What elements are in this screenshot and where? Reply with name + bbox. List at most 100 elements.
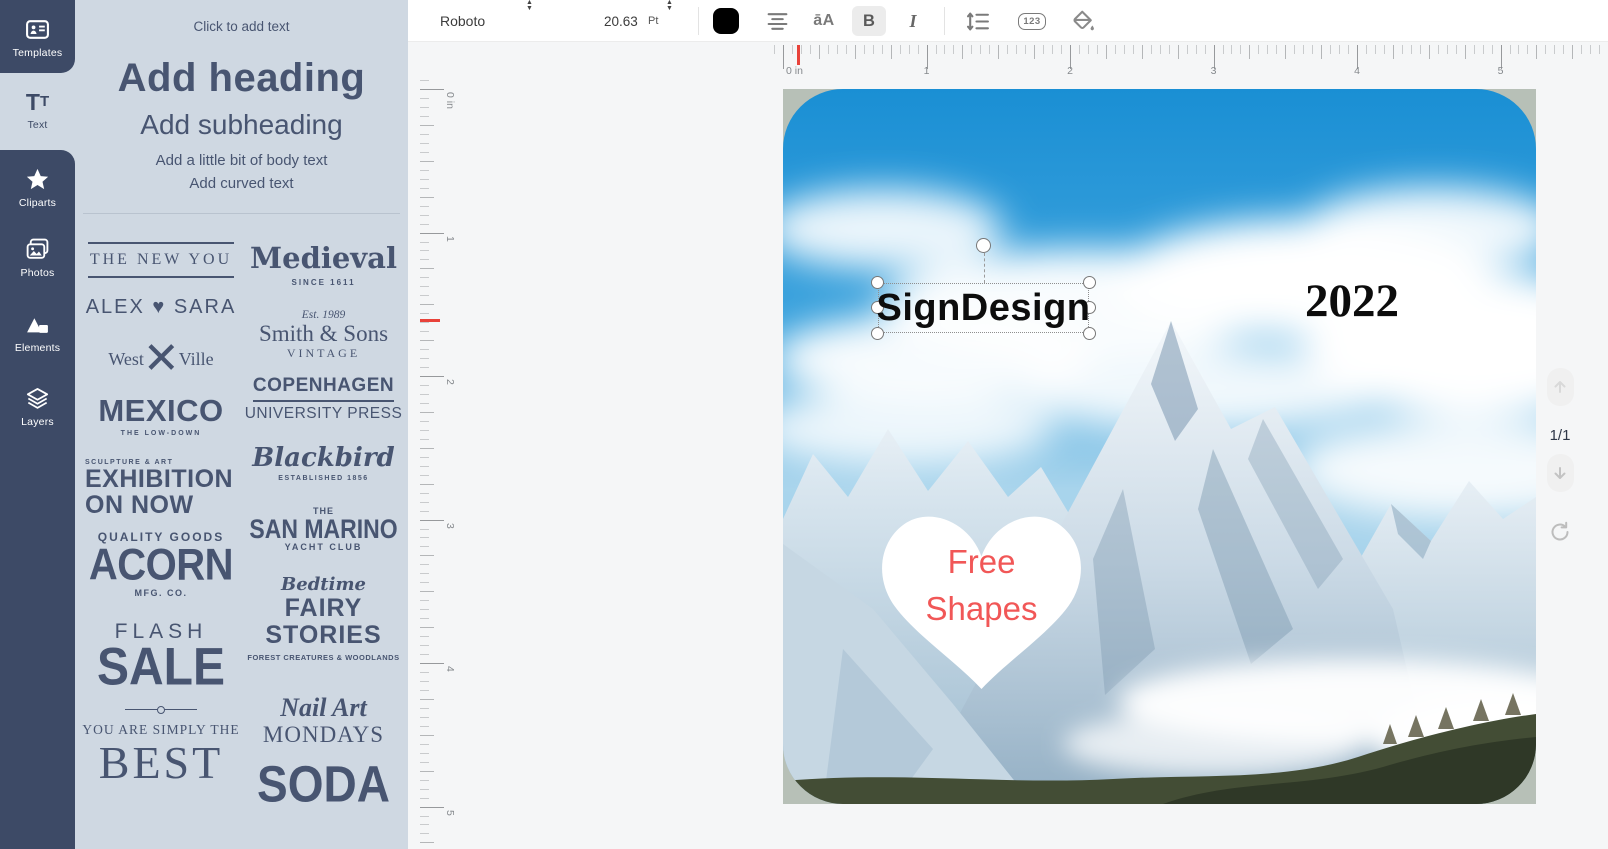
ruler-number: 5 (1498, 65, 1504, 77)
page-down-button[interactable] (1547, 454, 1574, 492)
font-size-input[interactable]: 20.63 (604, 0, 638, 42)
text-template-fairy-stories[interactable]: BedtimeFAIRYSTORIESFOREST CREATURES & WO… (247, 574, 400, 662)
text-template-exhibition[interactable]: SCULPTURE & ARTEXHIBITIONON NOW (85, 459, 237, 518)
ruler-tick (420, 170, 429, 171)
ruler-tick (1465, 45, 1466, 59)
sidebar-item-text[interactable]: TTText (0, 80, 75, 138)
font-size-spinner-icon[interactable]: ▲▼ (666, 0, 673, 42)
ruler-tick (420, 268, 434, 269)
sidebar-item-elements[interactable]: Elements (0, 303, 75, 361)
text-template-flash-sale[interactable]: FLASHSALE (85, 620, 237, 692)
line-height-button[interactable] (960, 6, 994, 36)
text-template-line: FAIRY (285, 595, 363, 622)
ruler-tick (420, 295, 429, 296)
selected-text-element[interactable]: SignDesign (878, 283, 1089, 333)
numbering-123-icon: 123 (1018, 13, 1045, 30)
ruler-tick (420, 600, 429, 601)
click-to-add-text[interactable]: Click to add text (75, 19, 408, 34)
text-template-nail-art[interactable]: Nail ArtMONDAYS (247, 694, 400, 748)
font-family-select[interactable]: Roboto (440, 0, 550, 42)
text-template-line: SAN MARINO (249, 514, 397, 544)
ruler-tick (1599, 45, 1600, 54)
ruler-tick (420, 134, 429, 135)
text-template-line: STORIES (265, 622, 381, 649)
ruler-tick (420, 798, 429, 799)
ruler-tick (855, 45, 856, 59)
text-template-line: SALE (97, 642, 225, 695)
bold-button[interactable]: B (852, 6, 886, 36)
sidebar-item-label: Templates (13, 47, 63, 59)
canvas-photo-mountain[interactable] (783, 89, 1536, 804)
ruler-tick (1115, 45, 1116, 54)
ruler-number: 4 (1354, 65, 1360, 77)
ruler-tick (420, 152, 429, 153)
ruler-cursor-marker-horizontal (797, 45, 800, 65)
ruler-tick (420, 349, 429, 350)
ruler-tick (420, 286, 429, 287)
ruler-tick (420, 242, 429, 243)
ruler-tick (420, 250, 429, 251)
ruler-tick (1061, 45, 1062, 54)
add-body-text-option[interactable]: Add a little bit of body text (75, 152, 408, 169)
ruler-tick (953, 45, 954, 54)
ruler-tick (420, 430, 429, 431)
font-family-spinner-icon[interactable]: ▲▼ (526, 0, 533, 42)
sidebar-item-layers[interactable]: Layers (0, 377, 75, 435)
design-canvas[interactable]: 2022 Free Shapes SignDesign (783, 89, 1536, 804)
ruler-tick (1043, 45, 1044, 54)
text-template-acorn[interactable]: QUALITY GOODSACORNMFG. CO. (85, 530, 237, 598)
fill-color-button[interactable] (1066, 6, 1100, 36)
ruler-tick (846, 45, 847, 54)
ruler-tick (420, 206, 429, 207)
ruler-tick (1366, 45, 1367, 54)
text-template-san-marino[interactable]: THESAN MARINOYACHT CLUB (247, 506, 400, 552)
heart-text-line2[interactable]: Shapes (872, 590, 1091, 628)
add-heading-option[interactable]: Add heading (75, 56, 408, 101)
ruler-number: 4 (444, 666, 456, 672)
heart-text-line1[interactable]: Free (872, 543, 1091, 581)
text-template-alex-sara[interactable]: ALEX ♥ SARA (85, 296, 237, 319)
sidebar-item-photos[interactable]: Photos (0, 228, 75, 286)
ruler-tick (1196, 45, 1197, 54)
ruler-tick (420, 457, 429, 458)
ruler-tick (1178, 45, 1179, 59)
text-icon: TT (26, 88, 49, 114)
ruler-tick (420, 744, 429, 745)
canvas-text-year[interactable]: 2022 (1305, 275, 1399, 327)
text-template-west-ville[interactable]: West✕Ville (85, 335, 237, 383)
text-template-line: THE NEW YOU (90, 251, 232, 269)
text-template-copenhagen[interactable]: COPENHAGENUNIVERSITY PRESS (247, 375, 400, 423)
text-template-line: SINCE 1611 (291, 278, 355, 287)
text-template-blackbird[interactable]: BlackbirdESTABLISHED 1856 (247, 443, 400, 482)
ruler-tick (420, 762, 429, 763)
sidebar: Templates TTText Cliparts Photos Elements Lay… (0, 0, 75, 849)
numbering-button[interactable]: 123 (1014, 6, 1050, 36)
page-up-button[interactable] (1547, 368, 1574, 406)
canvas-text-title[interactable]: SignDesign (879, 284, 1088, 332)
ruler-number: 3 (444, 523, 456, 529)
ruler-tick (420, 188, 429, 189)
rotate-page-button[interactable] (1548, 520, 1572, 544)
sidebar-item-templates[interactable]: Templates (0, 8, 75, 66)
letter-spacing-button[interactable]: āA (806, 6, 842, 36)
add-subheading-option[interactable]: Add subheading (75, 109, 408, 141)
layers-icon (25, 385, 50, 411)
text-template-medieval[interactable]: MedievalSINCE 1611 (247, 242, 400, 287)
text-template-simply-best[interactable]: YOU ARE SIMPLY THEBEST (85, 706, 237, 788)
italic-button[interactable]: I (900, 6, 926, 36)
text-template-mexico[interactable]: MEXICOTHE LOW-DOWN (85, 393, 237, 437)
heart-shape-element[interactable]: Free Shapes (872, 505, 1091, 693)
sidebar-item-cliparts[interactable]: Cliparts (0, 158, 75, 216)
text-align-button[interactable] (760, 6, 794, 36)
ruler-tick (971, 45, 972, 54)
paint-bucket-icon (1071, 9, 1096, 34)
text-template-grid: THE NEW YOU ALEX ♥ SARA West✕Ville MEXICOTH… (75, 214, 408, 808)
text-color-swatch[interactable] (713, 8, 739, 34)
text-template-line: Ville (179, 349, 214, 370)
text-template-soda[interactable]: SODA (247, 760, 400, 808)
rotate-handle[interactable] (976, 238, 991, 253)
ruler-tick (420, 197, 434, 198)
add-curved-text-option[interactable]: Add curved text (75, 175, 408, 192)
text-template-smith-sons[interactable]: Est. 1989Smith & SonsVINTAGE (247, 309, 400, 361)
text-template-the-new-you[interactable]: THE NEW YOU (88, 242, 234, 278)
